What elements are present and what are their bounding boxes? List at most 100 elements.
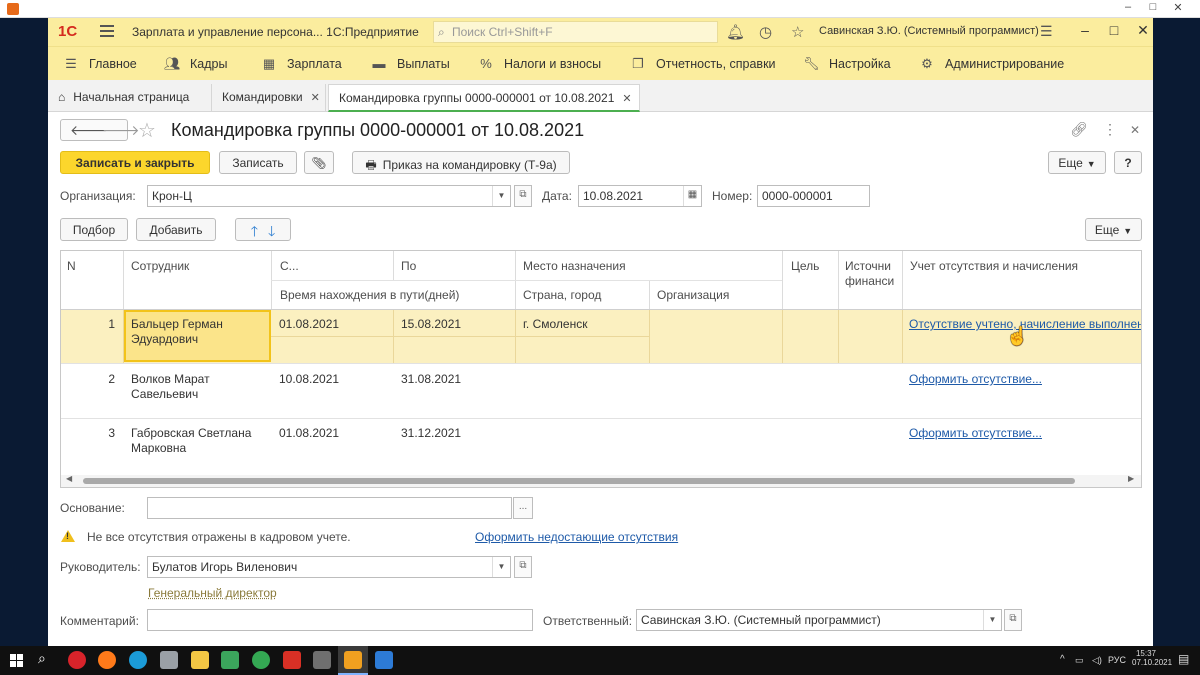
section-salary[interactable]: ▦ Зарплата (261, 56, 342, 72)
column-header-absence[interactable]: Учет отсутствия и начисления (910, 259, 1078, 273)
more-actions-icon[interactable]: ⋮ (1103, 121, 1117, 138)
comment-field[interactable] (147, 609, 533, 631)
firefox-icon[interactable] (98, 651, 116, 669)
register-absence-link[interactable]: Оформить отсутствие... (909, 426, 1042, 441)
tab-business-trips[interactable]: Командировки ✕ (212, 84, 326, 112)
open-organization-icon[interactable]: ⧉ (514, 185, 532, 207)
date-to[interactable]: 31.08.2021 (401, 372, 461, 387)
register-missing-absences-link[interactable]: Оформить недостающие отсутствия (475, 530, 678, 544)
dropdown-arrow-icon[interactable]: ▼ (492, 186, 510, 206)
app-icon[interactable] (221, 651, 239, 669)
close-form-icon[interactable]: ✕ (1130, 123, 1140, 137)
chrome-icon[interactable] (252, 651, 270, 669)
number-field[interactable]: 0000-000001 (757, 185, 870, 207)
horizontal-scrollbar[interactable]: ◀ ▶ (61, 474, 1141, 487)
head-position[interactable]: Генеральный директор (148, 586, 277, 600)
tab-home[interactable]: ⌂ Начальная страница (48, 84, 212, 112)
player-close-icon[interactable]: ✕ (1163, 1, 1193, 14)
search-icon[interactable]: ⌕ (38, 650, 46, 667)
scroll-left-icon[interactable]: ◀ (66, 474, 72, 483)
opera-icon[interactable] (68, 651, 86, 669)
open-responsible-icon[interactable]: ⧉ (1004, 609, 1022, 631)
bell-icon[interactable]: 🔔︎ (726, 23, 745, 41)
section-administration[interactable]: ⚙ Администрирование (919, 56, 1064, 72)
window-close-icon[interactable]: ✕ (1133, 22, 1153, 39)
tab-group-trip-document[interactable]: Командировка группы 0000-000001 от 10.08… (328, 84, 640, 112)
employee-name[interactable]: Волков Марат Савельевич (131, 372, 261, 402)
outlook-icon[interactable] (375, 651, 393, 669)
history-icon[interactable]: ◷ (759, 23, 772, 41)
section-main[interactable]: ☰ Главное (63, 56, 137, 72)
active-taskbar-item[interactable] (338, 646, 368, 675)
column-header-employee[interactable]: Сотрудник (131, 259, 189, 273)
move-down-arrow-icon[interactable]: 🡓 (268, 223, 275, 239)
move-up-arrow-icon[interactable]: 🡑 (251, 223, 258, 239)
file-explorer-icon[interactable] (191, 651, 209, 669)
section-taxes[interactable]: % Налоги и взносы (478, 56, 601, 71)
skype-icon[interactable] (129, 651, 147, 669)
network-icon[interactable]: ▭ (1075, 655, 1084, 666)
date-to[interactable]: 31.12.2021 (401, 426, 461, 441)
date-from[interactable]: 10.08.2021 (279, 372, 339, 387)
keyboard-language[interactable]: РУС (1108, 655, 1126, 665)
employee-name[interactable]: Бальцер Герман Эдуардович (131, 317, 261, 347)
tray-expand-icon[interactable]: ^ (1060, 654, 1065, 665)
column-header-travel-time[interactable]: Время нахождения в пути(дней) (280, 288, 459, 302)
dropdown-arrow-icon[interactable]: ▼ (492, 557, 510, 577)
favorites-star-icon[interactable]: ☆ (791, 23, 804, 41)
column-header-n[interactable]: N (67, 259, 76, 273)
date-to[interactable]: 15.08.2021 (401, 317, 461, 332)
window-minimize-icon[interactable]: – (1075, 22, 1095, 38)
column-header-purpose[interactable]: Цель (791, 259, 819, 273)
register-absence-link[interactable]: Оформить отсутствие... (909, 372, 1042, 387)
forward-arrow-icon[interactable]: 🡒 (102, 122, 140, 139)
destination-city[interactable]: г. Смоленск (523, 317, 587, 332)
responsible-field[interactable]: Савинская З.Ю. (Системный программист) ▼ (636, 609, 1002, 631)
favorite-star-icon[interactable]: ☆ (138, 118, 156, 143)
volume-icon[interactable]: ◁) (1092, 655, 1102, 666)
main-menu-icon[interactable] (100, 25, 114, 37)
organization-field[interactable]: Крон-Ц ▼ (147, 185, 511, 207)
open-head-icon[interactable]: ⧉ (514, 556, 532, 578)
section-payments[interactable]: ▬ Выплаты (371, 56, 450, 71)
tray-clock[interactable]: 15:37 07.10.2021 (1132, 649, 1172, 667)
attachment-clip-icon[interactable]: 📎︎ (304, 151, 334, 174)
head-field[interactable]: Булатов Игорь Виленович ▼ (147, 556, 511, 578)
date-from[interactable]: 01.08.2021 (279, 426, 339, 441)
column-header-from[interactable]: С... (280, 259, 299, 273)
column-header-organization[interactable]: Организация (657, 288, 729, 302)
app-icon[interactable] (283, 651, 301, 669)
table-row[interactable]: 1 Бальцер Герман Эдуардович 01.08.2021 1… (61, 310, 1141, 363)
column-header-destination[interactable]: Место назначения (523, 259, 626, 273)
scrollbar-thumb[interactable] (83, 478, 1075, 484)
section-settings[interactable]: 🔧︎ Настройка (803, 56, 891, 72)
date-from[interactable]: 01.08.2021 (279, 317, 339, 332)
app-icon[interactable] (313, 651, 331, 669)
help-button[interactable]: ? (1114, 151, 1142, 174)
section-hr[interactable]: 👥︎ Кадры (164, 56, 227, 72)
print-order-button[interactable]: 🖶 Приказ на командировку (Т-9а) (352, 151, 570, 174)
basis-field[interactable] (147, 497, 512, 519)
settings-menu-icon[interactable]: ☰ (1040, 23, 1053, 40)
column-header-to[interactable]: По (401, 259, 416, 273)
pick-button[interactable]: Подбор (60, 218, 128, 241)
column-header-funding[interactable]: Источни финанси (845, 259, 897, 289)
search-input[interactable]: ⌕ Поиск Ctrl+Shift+F (433, 21, 718, 43)
window-maximize-icon[interactable]: □ (1104, 22, 1124, 38)
more-button[interactable]: Еще ▼ (1048, 151, 1106, 174)
current-user[interactable]: Савинская З.Ю. (Системный программист) (819, 25, 1039, 37)
column-header-country-city[interactable]: Страна, город (523, 288, 601, 302)
windows-start-icon[interactable] (10, 654, 23, 667)
calendar-icon[interactable]: ▦ (683, 186, 701, 206)
basis-select-button[interactable]: ... (513, 497, 533, 519)
scroll-right-icon[interactable]: ▶ (1128, 474, 1134, 483)
add-button[interactable]: Добавить (136, 218, 216, 241)
close-tab-icon[interactable]: ✕ (311, 92, 320, 104)
save-and-close-button[interactable]: Записать и закрыть (60, 151, 210, 174)
save-button[interactable]: Записать (219, 151, 297, 174)
notifications-icon[interactable]: ▤ (1178, 652, 1189, 666)
table-more-button[interactable]: Еще ▼ (1085, 218, 1142, 241)
link-icon[interactable]: 🔗︎ (1070, 121, 1088, 138)
dropdown-arrow-icon[interactable]: ▼ (983, 610, 1001, 630)
employee-name[interactable]: Габровская Светлана Марковна (131, 426, 261, 456)
